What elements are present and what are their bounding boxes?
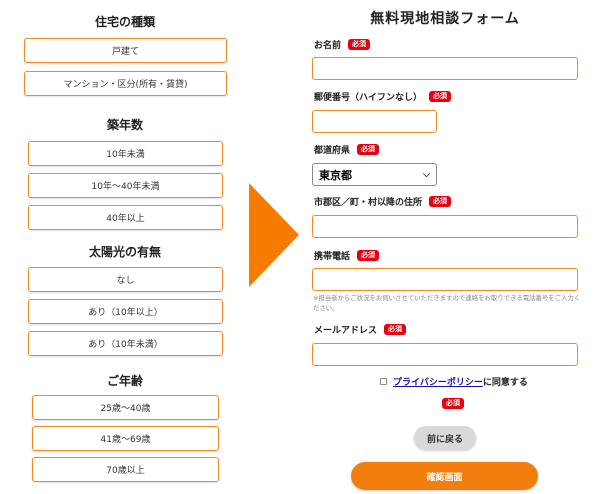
selection-summary: 住宅の種類 戸建て マンション・区分(所有・賃貸) 築年数 10年未満 10年〜… [0,0,250,494]
postal-label: 郵便番号（ハイフンなし） 必須 [314,90,452,103]
email-label-text: メールアドレス [314,326,378,336]
option-detached-house[interactable]: 戸建て [24,38,227,63]
city-label-text: 市郡区／町・村以降の住所 [314,198,423,208]
confirm-button[interactable]: 確認画面 [351,462,538,490]
solar-title: 太陽光の有無 [88,245,161,259]
back-button[interactable]: 前に戻る [414,426,476,450]
housing-type-title: 住宅の種類 [94,15,155,29]
prefecture-select[interactable]: 東京都 ⌵ [312,163,437,186]
postal-code-input[interactable] [312,110,437,133]
name-input[interactable] [312,57,578,80]
option-solar-under-10[interactable]: あり（10年未満） [28,331,223,356]
email-input[interactable] [312,343,578,366]
option-age-70-plus[interactable]: 70歳以上 [32,457,219,482]
option-age-10-40[interactable]: 10年〜40年未満 [28,173,223,198]
option-age-25-40[interactable]: 25歳〜40歳 [32,395,219,420]
privacy-checkbox[interactable] [380,378,387,385]
prefecture-label-text: 都道府県 [314,146,351,156]
option-age-41-69[interactable]: 41歳〜69歳 [32,426,219,451]
option-age-under-10[interactable]: 10年未満 [28,141,223,166]
name-label-text: お名前 [314,41,342,51]
option-age-over-40[interactable]: 40年以上 [28,205,223,230]
prefecture-label: 都道府県 必須 [314,143,380,156]
required-badge: 必須 [442,398,464,409]
privacy-policy-link[interactable]: プライバシーポリシー [393,375,483,388]
privacy-agree-text: に同意する [482,378,528,388]
required-badge: 必須 [357,144,380,155]
required-badge: 必須 [384,324,407,335]
postal-label-text: 郵便番号（ハイフンなし） [314,93,423,103]
age-title: ご年齢 [106,374,143,388]
option-solar-none[interactable]: なし [28,267,223,292]
phone-note: ※担当者からご状況をお伺いさせていただきますので連絡をお取りできる電話番号をご入… [313,294,581,312]
phone-label: 携帯電話 必須 [314,249,380,262]
name-label: お名前 必須 [314,38,371,51]
phone-input[interactable] [312,268,578,291]
chevron-down-icon: ⌵ [423,169,430,180]
building-age-title: 築年数 [106,118,143,132]
city-label: 市郡区／町・村以降の住所 必須 [314,195,452,208]
address-input[interactable] [312,215,578,238]
arrow-right-icon [249,183,299,287]
required-badge: 必須 [429,196,452,207]
phone-label-text: 携帯電話 [314,252,351,262]
required-badge: 必須 [429,91,452,102]
form-title: 無料現地相談フォーム [370,11,520,27]
privacy-agreement: プライバシーポリシー に同意する [380,375,528,388]
option-mansion[interactable]: マンション・区分(所有・賃貸) [24,71,227,96]
email-label: メールアドレス 必須 [314,323,407,336]
prefecture-value: 東京都 [319,168,352,182]
required-badge: 必須 [348,39,371,50]
option-solar-over-10[interactable]: あり（10年以上） [28,299,223,324]
required-badge: 必須 [357,250,380,261]
